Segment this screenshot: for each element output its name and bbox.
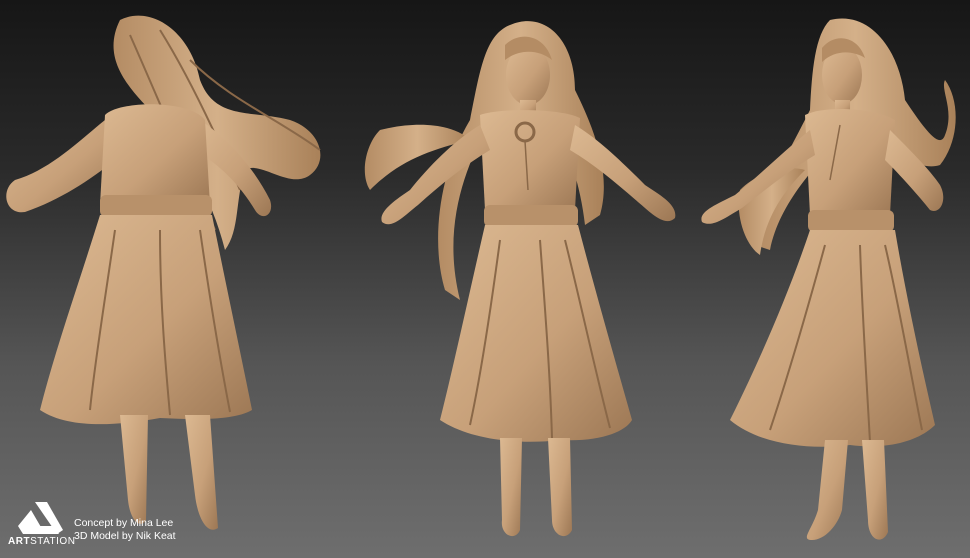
artstation-logo-icon [18, 502, 63, 534]
credit-model: 3D Model by Nik Keat [74, 530, 176, 542]
arm-left [6, 120, 115, 213]
credit-concept: Concept by Mina Lee [74, 517, 174, 529]
skirt [440, 225, 632, 442]
leg-left [806, 440, 848, 540]
artstation-watermark: ARTSTATION Concept by Mina Lee 3D Model … [8, 500, 188, 550]
character-turnaround [6, 15, 956, 540]
leg-right [185, 415, 218, 530]
brand-bold: ART [8, 536, 31, 547]
figure-back-view [6, 15, 321, 530]
torso [100, 104, 210, 205]
artstation-wordmark: ARTSTATION [8, 536, 75, 547]
credits: Concept by Mina Lee 3D Model by Nik Keat [74, 517, 176, 543]
leg-right [548, 438, 572, 537]
leg-right [862, 440, 888, 540]
leg-left [500, 438, 522, 537]
torso [805, 108, 895, 215]
figure-three-quarter-view [701, 18, 956, 540]
skirt [40, 215, 252, 425]
figure-front-view [364, 21, 676, 537]
render-canvas: ARTSTATION Concept by Mina Lee 3D Model … [0, 0, 970, 558]
brand-rest: STATION [30, 536, 76, 547]
